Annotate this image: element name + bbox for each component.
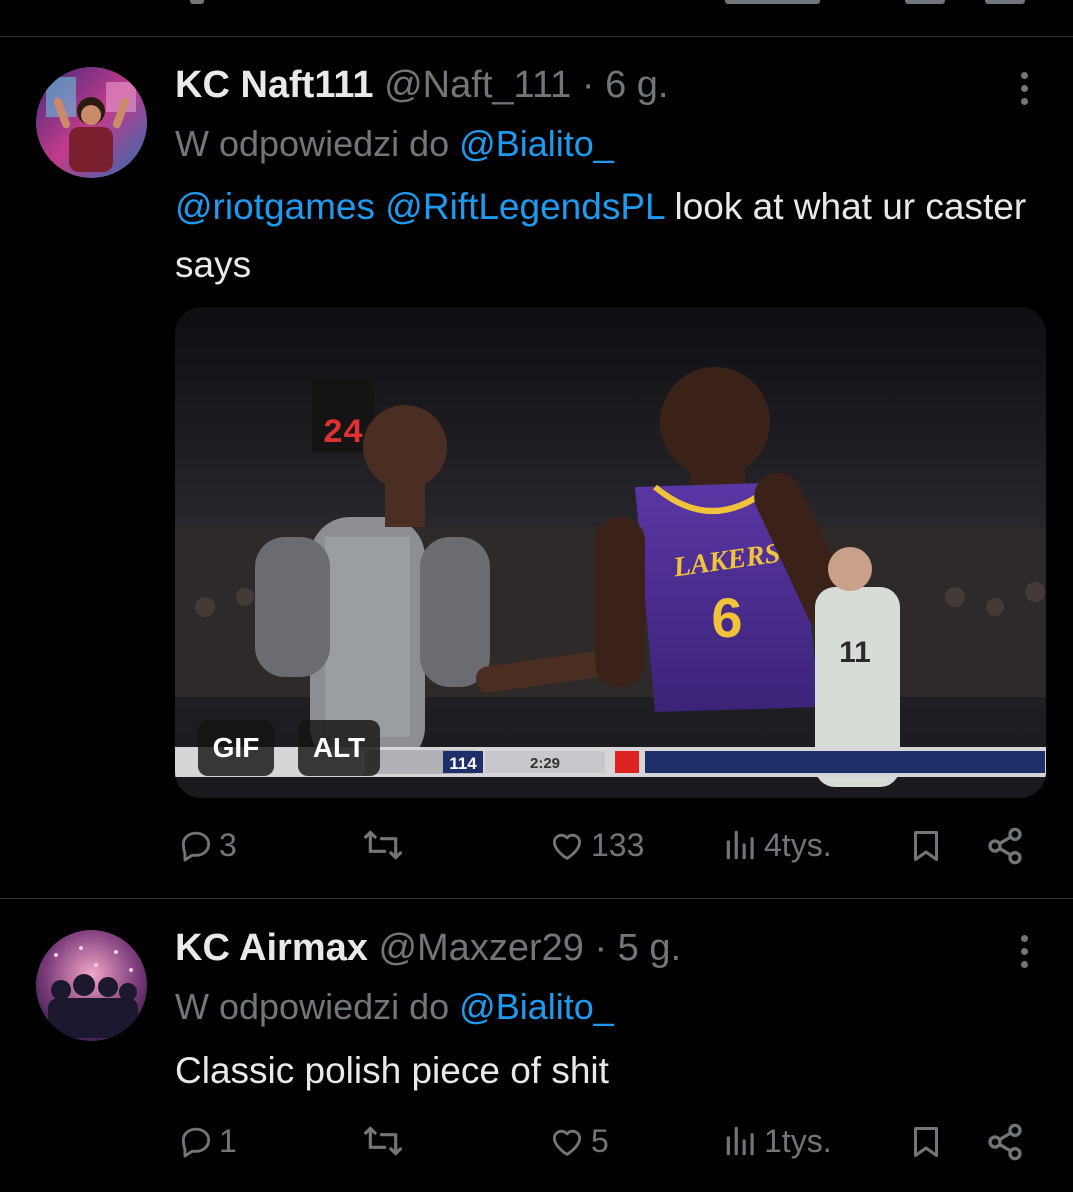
score-text: 114 (449, 754, 477, 773)
previous-tweet-actions (0, 0, 1073, 36)
user-handle[interactable]: @Maxzer29 (378, 927, 583, 969)
divider (0, 898, 1073, 899)
reply-prefix: W odpowiedzi do (175, 123, 450, 164)
like-icon (552, 833, 582, 860)
bookmark-icon (914, 831, 938, 861)
retweet-button[interactable] (360, 1122, 406, 1160)
tweet-text: Classic polish piece of shit (175, 1050, 609, 1091)
reply-context: W odpowiedzi do @Bialito_ (175, 985, 614, 1029)
view-count: 1tys. (764, 1122, 832, 1159)
mention-link[interactable]: @riotgames (175, 186, 375, 227)
display-name[interactable]: KC Airmax (175, 927, 368, 969)
user-handle[interactable]: @Naft_111 (384, 64, 571, 106)
jersey-number-text: 6 (711, 586, 742, 649)
retweet-icon (364, 830, 402, 860)
share-button[interactable] (985, 826, 1025, 866)
retweet-icon (364, 1126, 402, 1156)
like-count: 133 (591, 826, 645, 863)
gif-badge[interactable]: GIF (198, 720, 274, 776)
reply-icon (181, 831, 211, 862)
opponent-number-text: 11 (839, 636, 871, 669)
tweet-header: KC Airmax @Maxzer29 · 5 g. (175, 925, 681, 971)
more-icon[interactable] (1010, 68, 1038, 108)
separator-dot: · (581, 64, 595, 106)
alt-badge[interactable]: ALT (298, 720, 380, 776)
view-count: 4tys. (764, 826, 832, 863)
reply-to-link[interactable]: @Bialito_ (459, 986, 614, 1027)
more-icon[interactable] (1010, 931, 1038, 971)
reply-count: 3 (219, 826, 237, 863)
reply-button[interactable]: 1 (177, 1122, 237, 1160)
tweet-actions: 3 133 4tys. (0, 826, 1073, 874)
previous-bookmark-icon[interactable] (905, 0, 945, 4)
like-button[interactable]: 133 (547, 826, 644, 864)
retweet-button[interactable] (360, 826, 406, 864)
like-count: 5 (591, 1122, 609, 1159)
reply-button[interactable]: 3 (177, 826, 237, 864)
divider (0, 36, 1073, 37)
bookmark-button[interactable] (908, 826, 944, 866)
previous-reply-icon[interactable] (190, 0, 204, 4)
views-button[interactable]: 1tys. (722, 1122, 832, 1160)
reply-context: W odpowiedzi do @Bialito_ (175, 122, 614, 166)
bookmark-icon (914, 1127, 938, 1157)
like-button[interactable]: 5 (547, 1122, 609, 1160)
share-icon (988, 827, 1022, 865)
reply-icon (181, 1127, 211, 1158)
reply-prefix: W odpowiedzi do (175, 986, 450, 1027)
separator-dot: · (594, 927, 608, 969)
avatar[interactable] (36, 67, 147, 178)
tweet-header: KC Naft111 @Naft_111 · 6 g. (175, 62, 668, 108)
share-button[interactable] (985, 1122, 1025, 1162)
previous-share-icon[interactable] (985, 0, 1025, 4)
display-name[interactable]: KC Naft111 (175, 64, 374, 106)
share-icon (988, 1123, 1022, 1161)
views-icon (726, 830, 754, 860)
reply-count: 1 (219, 1122, 237, 1159)
reply-to-link[interactable]: @Bialito_ (459, 123, 614, 164)
mention-link[interactable]: @RiftLegendsPL (385, 186, 664, 227)
timestamp[interactable]: 6 g. (605, 64, 668, 106)
avatar[interactable] (36, 930, 147, 1041)
views-button[interactable]: 4tys. (722, 826, 832, 864)
previous-views-icon[interactable] (725, 0, 820, 4)
game-clock-text: 2:29 (530, 755, 560, 772)
timestamp[interactable]: 5 g. (618, 927, 681, 969)
tweet-actions: 1 5 1tys. (0, 1122, 1073, 1170)
bookmark-button[interactable] (908, 1122, 944, 1162)
views-icon (726, 1126, 754, 1156)
shot-clock-text: 24 (323, 415, 364, 453)
like-icon (552, 1129, 582, 1156)
tweet-text: @riotgames @RiftLegendsPL look at what u… (175, 178, 1035, 294)
